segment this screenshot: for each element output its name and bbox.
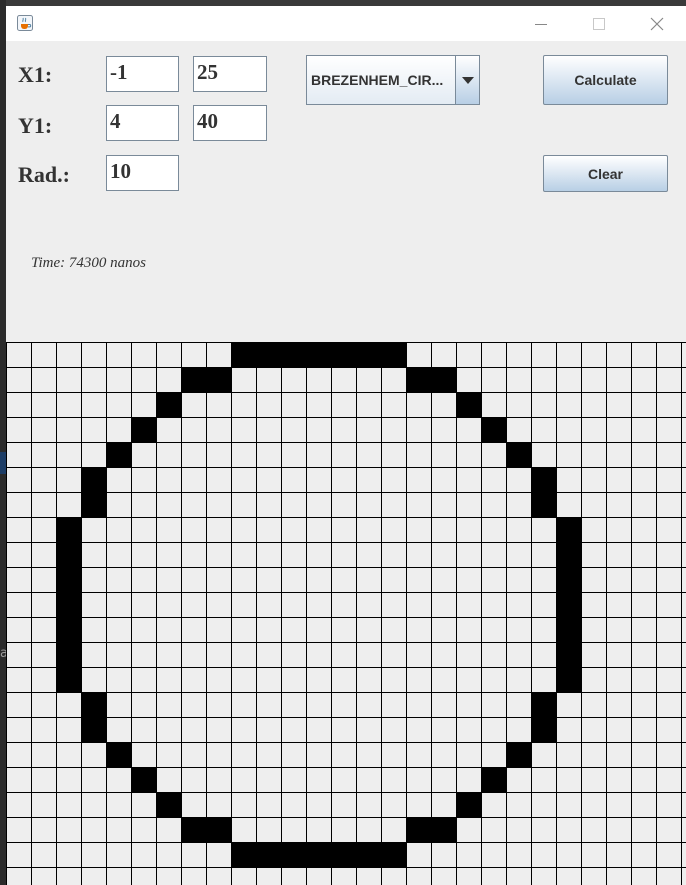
filled-pixel [131,767,157,792]
y1-label: Y1: [18,113,53,138]
maximize-icon [593,17,605,30]
x1-label: X1: [18,62,53,87]
filled-pixel [531,692,557,717]
filled-pixel [206,817,232,842]
filled-pixel [306,342,332,367]
filled-pixel [231,342,257,367]
filled-pixel [56,617,82,642]
filled-pixel [556,617,582,642]
filled-pixel [556,517,582,542]
filled-pixel [456,392,482,417]
filled-pixel [381,342,407,367]
calculate-button[interactable]: Calculate [543,55,668,105]
pixel-grid-canvas[interactable] [6,342,686,885]
filled-pixel [531,717,557,742]
y1-input[interactable]: 4 [106,105,179,141]
filled-pixel [56,517,82,542]
filled-pixel [406,367,432,392]
filled-pixel [56,592,82,617]
filled-pixel [181,817,207,842]
filled-pixel [106,442,132,467]
filled-pixel [106,742,132,767]
filled-pixel [156,392,182,417]
filled-pixel [556,592,582,617]
filled-pixel [56,567,82,592]
dropdown-arrow-button[interactable] [455,56,479,104]
filled-pixel [56,542,82,567]
filled-pixel [81,492,107,517]
filled-pixel [81,467,107,492]
filled-pixel [556,667,582,692]
title-bar [6,6,686,41]
filled-pixel [256,342,282,367]
x1-input[interactable]: -1 [106,56,179,92]
x2-input[interactable]: 25 [193,56,267,92]
clear-button[interactable]: Clear [543,155,668,192]
algorithm-select-value: BREZENHEM_CIR... [311,72,444,88]
java-cup-icon [17,15,33,31]
filled-pixel [81,692,107,717]
filled-pixel [431,367,457,392]
filled-pixel [556,567,582,592]
filled-pixel [356,342,382,367]
filled-pixel [56,667,82,692]
minimize-icon [535,23,547,25]
filled-pixel [481,417,507,442]
filled-pixel [206,367,232,392]
filled-pixel [331,842,357,867]
filled-pixel [256,842,282,867]
algorithm-select[interactable]: BREZENHEM_CIR... [306,55,480,105]
filled-pixel [56,642,82,667]
radius-label: Rad.: [18,162,70,187]
filled-pixel [181,367,207,392]
filled-pixel [506,442,532,467]
close-button[interactable] [634,6,680,41]
close-icon [650,17,664,30]
filled-pixel [531,492,557,517]
app-window: X1: Y1: Rad.: -1 25 4 40 10 BREZENHEM_CI… [6,6,686,885]
filled-pixel [531,467,557,492]
filled-pixel [331,342,357,367]
filled-pixel [406,817,432,842]
filled-pixel [556,642,582,667]
filled-pixel [431,817,457,842]
filled-pixel [456,792,482,817]
minimize-button[interactable] [518,6,564,41]
filled-pixel [81,717,107,742]
filled-pixel [381,842,407,867]
timing-readout: Time: 74300 nanos [31,255,147,271]
filled-pixel [281,342,307,367]
radius-input[interactable]: 10 [106,155,179,191]
filled-pixel [481,767,507,792]
triangle-down-icon [461,76,474,84]
filled-pixel [306,842,332,867]
filled-pixel [556,542,582,567]
filled-pixel [281,842,307,867]
filled-pixel [506,742,532,767]
filled-pixel [156,792,182,817]
maximize-button[interactable] [576,6,622,41]
filled-pixel [131,417,157,442]
filled-pixel [356,842,382,867]
y2-input[interactable]: 40 [193,105,267,141]
filled-pixel [231,842,257,867]
